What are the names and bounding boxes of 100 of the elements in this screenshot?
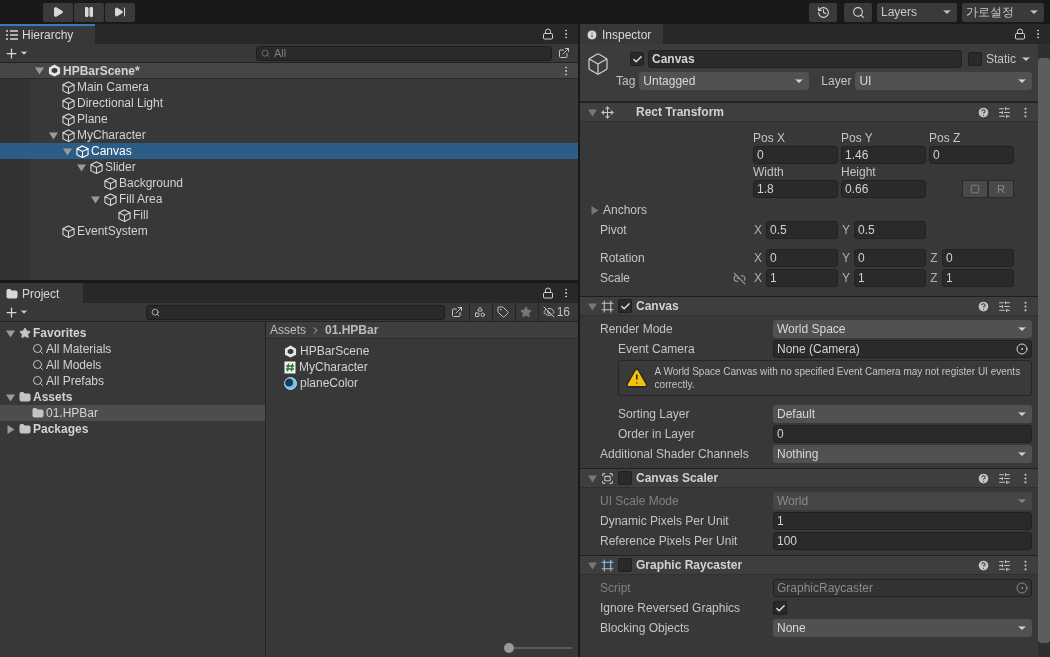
project-folder-item[interactable]: All Models (0, 357, 265, 373)
expand-arrow-icon[interactable] (588, 107, 597, 117)
input-field[interactable]: 0.5 (854, 221, 926, 239)
search-field[interactable]: All (256, 45, 552, 61)
expand-arrow-icon[interactable] (588, 473, 597, 483)
checkbox[interactable] (618, 471, 632, 485)
name-field[interactable]: Canvas (648, 50, 962, 68)
checkbox[interactable] (618, 558, 632, 572)
hidden-packages-button[interactable]: 16 (537, 303, 574, 321)
checkbox[interactable] (618, 299, 632, 313)
step-button[interactable] (105, 2, 135, 22)
expand-arrow-icon[interactable] (62, 146, 72, 156)
expand-arrow-icon[interactable] (588, 560, 597, 570)
input-field[interactable]: 1.8 (753, 180, 838, 198)
lock-icon[interactable] (542, 287, 554, 299)
create-button[interactable] (4, 45, 29, 61)
unlink-icon[interactable] (733, 271, 746, 285)
sliders-icon[interactable] (998, 471, 1011, 485)
dropdown[interactable]: World Space (773, 320, 1032, 338)
checkbox[interactable] (773, 601, 787, 615)
hierarchy-item[interactable]: Directional Light (0, 95, 578, 111)
tag-dropdown[interactable]: Untagged (639, 72, 810, 90)
dropdown[interactable]: Nothing (773, 445, 1032, 463)
expand-arrow-icon[interactable] (34, 66, 44, 75)
expand-arrow-icon[interactable] (5, 392, 15, 402)
input-field[interactable]: 0 (773, 425, 1032, 443)
project-folder-item[interactable]: 01.HPBar (0, 405, 265, 421)
asset-item[interactable]: MyCharacter (284, 359, 578, 375)
create-button[interactable] (4, 304, 29, 320)
expand-arrow-icon[interactable] (76, 162, 86, 172)
component-header[interactable]: Canvas (580, 296, 1038, 316)
input-field[interactable]: 0 (942, 249, 1014, 267)
sliders-icon[interactable] (998, 299, 1011, 313)
breadcrumb-item[interactable]: 01.HPBar (325, 323, 379, 337)
project-folder-item[interactable]: Assets (0, 389, 265, 405)
input-field[interactable]: 1 (766, 269, 838, 287)
play-button[interactable] (43, 2, 73, 22)
hierarchy-item[interactable]: MyCharacter (0, 127, 578, 143)
expand-arrow-icon[interactable] (5, 328, 15, 338)
scene-header[interactable]: HPBarScene* (0, 63, 578, 79)
input-field[interactable]: 0 (753, 146, 838, 164)
project-folder-item[interactable]: All Prefabs (0, 373, 265, 389)
asset-item[interactable]: HPBarScene (284, 343, 578, 359)
input-field[interactable]: 0.66 (841, 180, 926, 198)
input-field[interactable]: 1 (942, 269, 1014, 287)
project-folder-item[interactable]: All Materials (0, 341, 265, 357)
sliders-icon[interactable] (998, 105, 1011, 119)
layers-dropdown[interactable]: Layers (877, 2, 957, 22)
lock-icon[interactable] (1014, 28, 1026, 40)
expand-arrow-icon[interactable] (590, 205, 599, 215)
project-tab[interactable]: Project (0, 283, 83, 303)
dropdown[interactable]: None (773, 619, 1032, 637)
project-folder-item[interactable]: Packages (0, 421, 265, 437)
hierarchy-item[interactable]: Slider (0, 159, 578, 175)
layer-dropdown[interactable]: UI (855, 72, 1032, 90)
history-button[interactable] (809, 2, 837, 22)
search-button[interactable] (844, 2, 872, 22)
hierarchy-item[interactable]: Fill Area (0, 191, 578, 207)
input-field[interactable]: 0.5 (766, 221, 838, 239)
breadcrumb-item[interactable]: Assets (270, 323, 306, 337)
project-folder-item[interactable]: Favorites (0, 325, 265, 341)
object-field[interactable]: None (Camera) (773, 340, 1032, 358)
target-icon[interactable] (1016, 343, 1028, 355)
input-field[interactable]: 1 (773, 512, 1032, 530)
component-header[interactable]: Graphic Raycaster (580, 555, 1038, 575)
component-header[interactable]: Canvas Scaler (580, 468, 1038, 488)
scrollbar[interactable] (1038, 44, 1050, 657)
expand-arrow-icon[interactable] (5, 424, 15, 434)
expand-arrow-icon[interactable] (48, 130, 58, 140)
hierarchy-item[interactable]: Fill (0, 207, 578, 223)
expand-arrow-icon[interactable] (90, 194, 100, 204)
lock-icon[interactable] (542, 28, 554, 40)
hierarchy-item[interactable]: Plane (0, 111, 578, 127)
zoom-slider[interactable] (504, 643, 515, 653)
expand-arrow-icon[interactable] (588, 301, 597, 311)
input-field[interactable]: 1 (854, 269, 926, 287)
hierarchy-item[interactable]: Canvas (0, 143, 578, 159)
layout-dropdown[interactable]: 가로설정 (962, 2, 1044, 22)
blueprint-button[interactable] (962, 180, 988, 198)
help-icon[interactable] (977, 471, 990, 485)
hierarchy-item[interactable]: Background (0, 175, 578, 191)
help-icon[interactable] (977, 558, 990, 572)
component-header[interactable]: Rect Transform (580, 102, 1038, 122)
asset-item[interactable]: planeColor (284, 375, 578, 391)
help-icon[interactable] (977, 299, 990, 313)
input-field[interactable]: 0 (929, 146, 1014, 164)
input-field[interactable]: 0 (854, 249, 926, 267)
search-field[interactable] (146, 304, 445, 320)
input-field[interactable]: 0 (766, 249, 838, 267)
hierarchy-tab[interactable]: Hierarchy (0, 24, 95, 44)
input-field[interactable]: 100 (773, 532, 1032, 550)
help-icon[interactable] (977, 105, 990, 119)
dropdown[interactable]: Default (773, 405, 1032, 423)
hierarchy-item[interactable]: Main Camera (0, 79, 578, 95)
inspector-tab[interactable]: Inspector (580, 24, 663, 44)
checkbox[interactable] (630, 52, 644, 66)
input-field[interactable]: 1.46 (841, 146, 926, 164)
hierarchy-item[interactable]: EventSystem (0, 223, 578, 239)
checkbox[interactable] (968, 52, 982, 66)
pause-button[interactable] (74, 2, 104, 22)
